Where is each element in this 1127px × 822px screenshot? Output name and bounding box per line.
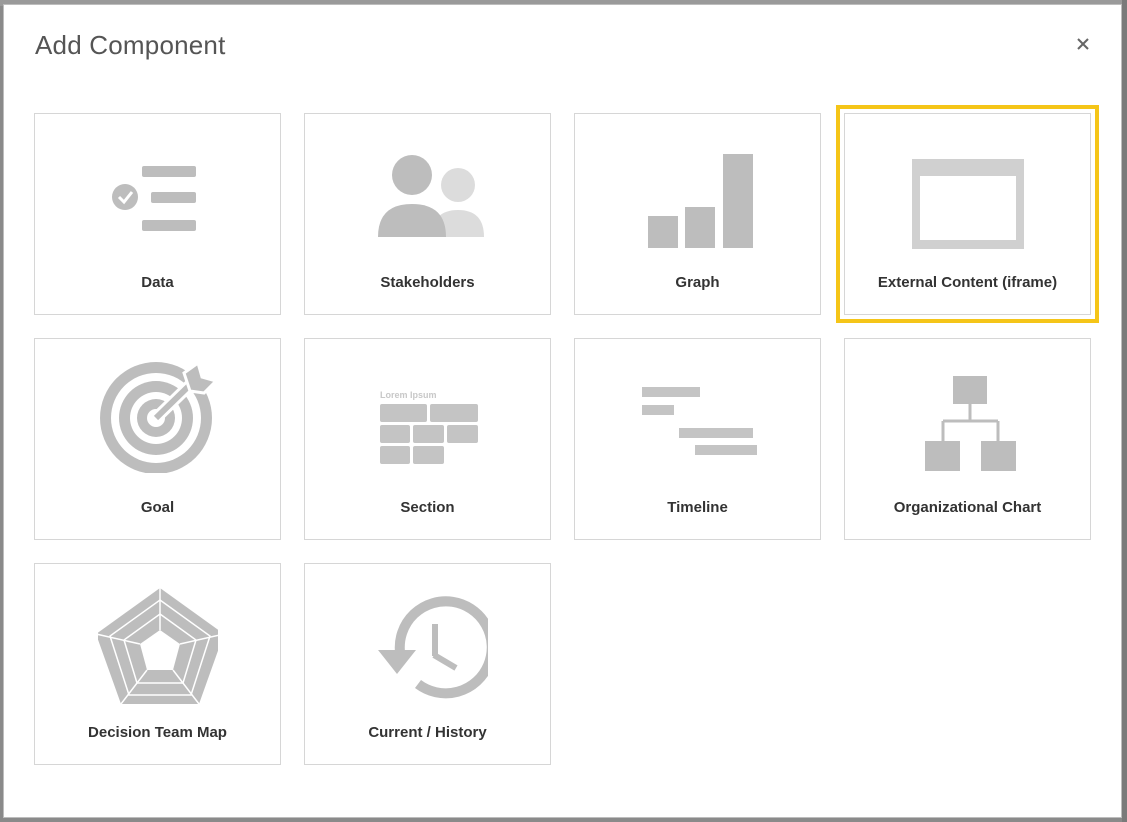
component-card-data[interactable]: Data (34, 113, 281, 315)
component-card-graph[interactable]: Graph (574, 113, 821, 315)
iframe-window-icon (911, 159, 1024, 249)
component-card-org-chart[interactable]: Organizational Chart (844, 338, 1091, 540)
component-card-timeline[interactable]: Timeline (574, 338, 821, 540)
section-grid-icon: Lorem Ipsum (379, 390, 478, 464)
component-card-goal[interactable]: Goal (34, 338, 281, 540)
bar-graph-icon (647, 154, 753, 248)
component-label: Data (141, 274, 174, 291)
radar-pentagon-icon (97, 588, 218, 704)
component-label: Current / History (368, 724, 487, 741)
component-label: Organizational Chart (893, 499, 1042, 516)
org-chart-icon (924, 376, 1016, 471)
add-component-dialog: Add Component Data Stakeholders Graph Ex… (3, 4, 1122, 818)
component-label: Graph (675, 274, 720, 291)
backdrop-edge (1122, 0, 1127, 822)
dialog-title: Add Component (35, 30, 226, 60)
history-clock-icon (377, 596, 488, 699)
component-card-section[interactable]: Lorem Ipsum Section (304, 338, 551, 540)
close-icon (1077, 38, 1089, 50)
component-label: Stakeholders (380, 274, 475, 291)
component-label: External Content (iframe) (877, 274, 1058, 291)
gantt-timeline-icon (641, 387, 757, 455)
component-label: Timeline (667, 499, 728, 516)
component-label: Section (400, 499, 455, 516)
people-icon (377, 155, 484, 237)
component-card-decision-team-map[interactable]: Decision Team Map (34, 563, 281, 765)
target-icon (99, 360, 218, 473)
component-label: Decision Team Map (88, 724, 227, 741)
component-label: Goal (140, 499, 175, 516)
close-button[interactable] (1072, 33, 1094, 55)
section-icon-text: Lorem Ipsum (380, 390, 437, 400)
component-card-current-history[interactable]: Current / History (304, 563, 551, 765)
component-card-stakeholders[interactable]: Stakeholders (304, 113, 551, 315)
checklist-icon (111, 166, 196, 231)
component-card-external-content[interactable]: External Content (iframe) (836, 105, 1099, 323)
